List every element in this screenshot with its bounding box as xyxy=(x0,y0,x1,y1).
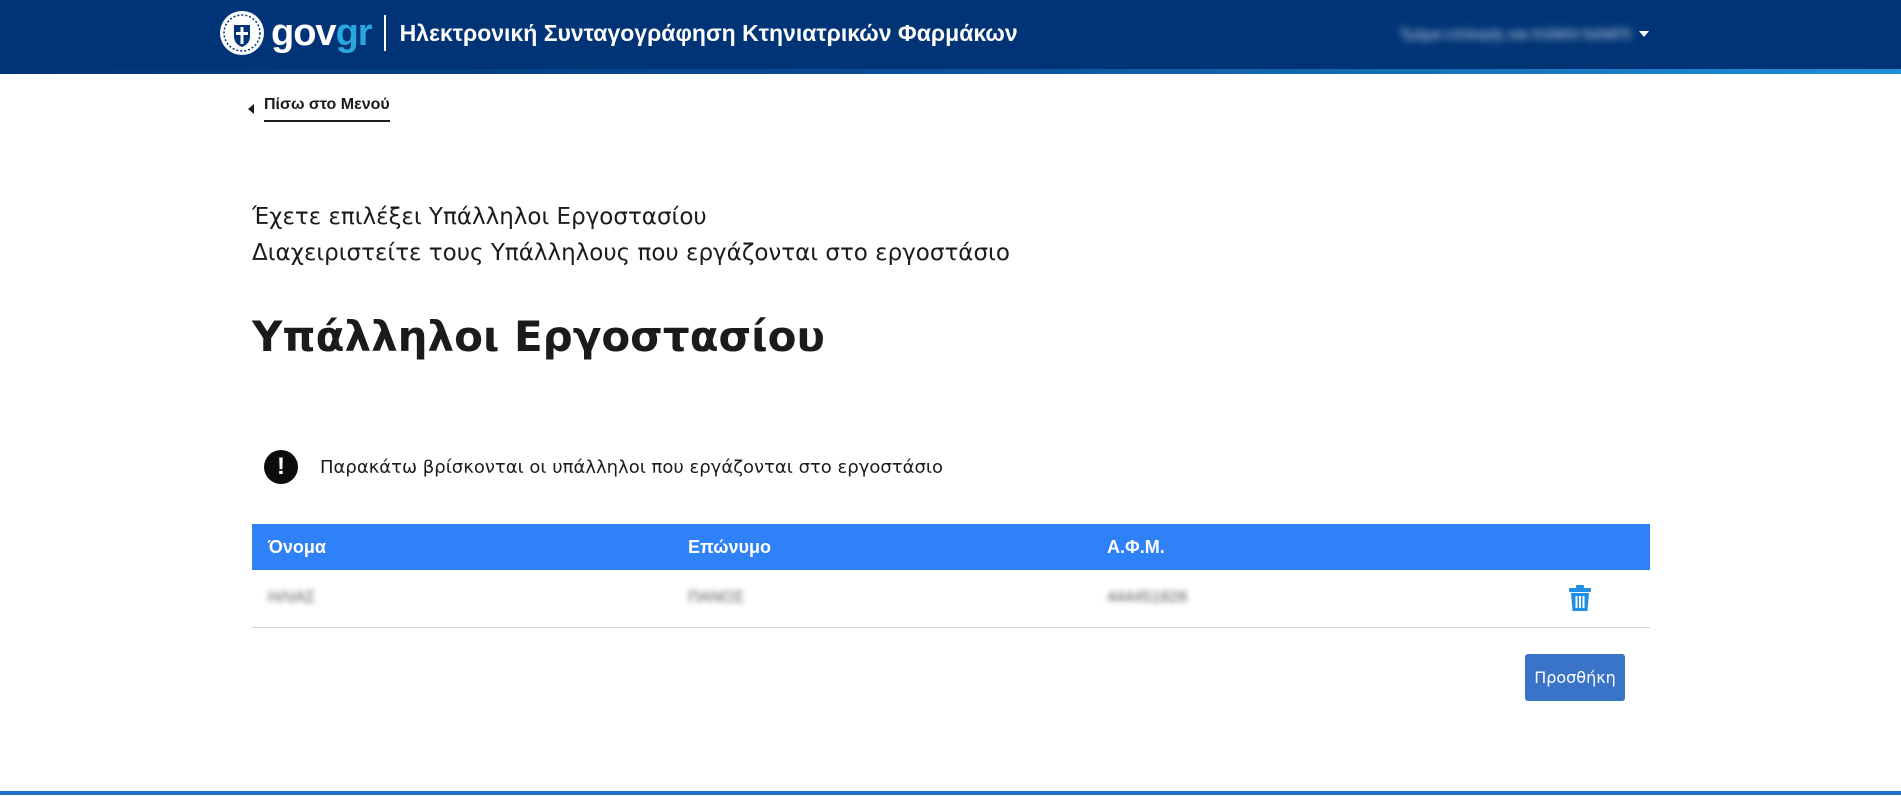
info-notice: ! Παρακάτω βρίσκονται οι υπάλληλοι που ε… xyxy=(264,450,943,484)
user-menu[interactable]: Τμήμα επιλογής και ΚΑΜΙΑ ΝΑΜΠΙ xyxy=(1399,22,1649,46)
page-title: Υπάλληλοι Εργοστασίου xyxy=(252,312,825,361)
cell-last-name: ΠΑΝΟΣ xyxy=(688,589,745,606)
column-header-first-name: Όνομα xyxy=(268,536,326,557)
column-header-afm: Α.Φ.Μ. xyxy=(1107,536,1165,557)
header-stripe xyxy=(0,69,1901,74)
caret-down-icon xyxy=(1639,31,1649,37)
table-header: Όνομα Επώνυμο Α.Φ.Μ. xyxy=(252,524,1650,570)
brand-logotype: govgr xyxy=(271,10,373,56)
table-row: ΗΛΙΑΣ ΠΑΝΟΣ 444451828 xyxy=(252,570,1650,628)
add-employee-button[interactable]: Προσθήκη xyxy=(1525,654,1625,701)
cell-afm: 444451828 xyxy=(1107,589,1188,606)
brand[interactable]: govgr Ηλεκτρονική Συνταγογράφηση Κτηνιατ… xyxy=(219,10,1018,56)
column-header-last-name: Επώνυμο xyxy=(688,536,771,557)
top-header: govgr Ηλεκτρονική Συνταγογράφηση Κτηνιατ… xyxy=(0,0,1901,69)
brand-gr-text: gr xyxy=(335,12,373,54)
user-name: Τμήμα επιλογής και ΚΑΜΙΑ ΝΑΜΠΙ xyxy=(1399,25,1631,43)
page-description: Διαχειριστείτε τους Υπάλληλους που εργάζ… xyxy=(252,240,1010,266)
brand-gov-text: gov xyxy=(271,12,337,54)
back-to-menu-label: Πίσω στο Μενού xyxy=(264,96,390,122)
app-title: Ηλεκτρονική Συνταγογράφηση Κτηνιατρικών … xyxy=(399,20,1018,46)
back-to-menu-link[interactable]: Πίσω στο Μενού xyxy=(248,96,390,122)
exclamation-icon: ! xyxy=(264,450,298,484)
selection-caption: Έχετε επιλέξει Υπάλληλοι Εργοστασίου xyxy=(252,204,707,230)
greek-emblem-icon xyxy=(220,11,264,55)
employees-table: Όνομα Επώνυμο Α.Φ.Μ. ΗΛΙΑΣ ΠΑΝΟΣ 4444518… xyxy=(252,524,1650,628)
cell-first-name: ΗΛΙΑΣ xyxy=(268,589,316,606)
brand-divider xyxy=(383,15,386,51)
notice-text: Παρακάτω βρίσκονται οι υπάλληλοι που εργ… xyxy=(320,456,943,478)
footer-divider xyxy=(0,791,1901,795)
trash-icon[interactable] xyxy=(1568,584,1592,612)
caret-left-icon xyxy=(248,104,254,114)
